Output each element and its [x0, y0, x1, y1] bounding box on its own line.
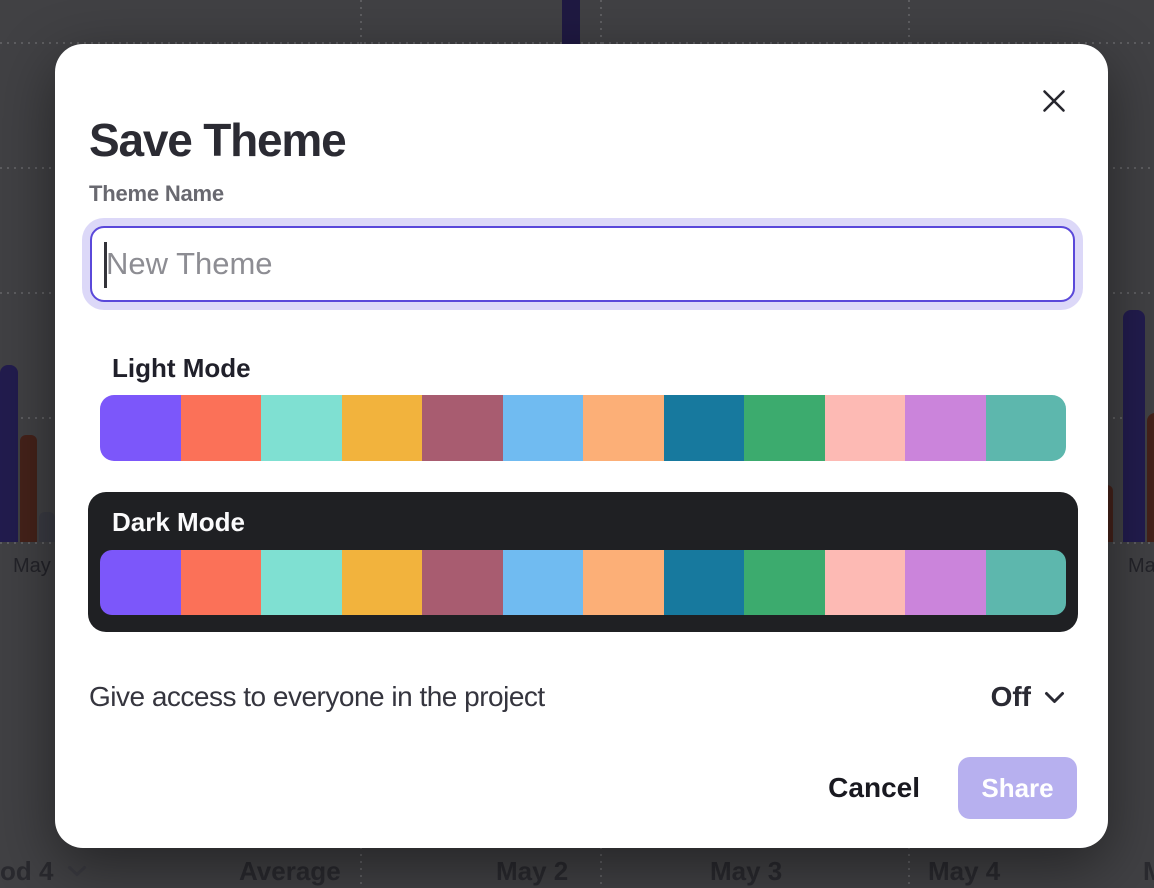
color-swatch: [986, 550, 1067, 615]
access-toggle-dropdown[interactable]: Off: [991, 681, 1065, 713]
close-icon: [1041, 88, 1067, 114]
axis-label: May 2: [496, 856, 568, 886]
axis-side-label: Ma: [1128, 555, 1154, 578]
dark-mode-palette: [100, 550, 1066, 615]
color-swatch: [905, 550, 986, 615]
color-swatch: [664, 395, 745, 461]
share-button[interactable]: Share: [958, 757, 1077, 819]
input-focus-ring: [82, 218, 1083, 310]
color-swatch: [100, 550, 181, 615]
dialog-title: Save Theme: [89, 115, 345, 165]
period-dropdown[interactable]: od 4: [0, 856, 87, 886]
color-swatch: [503, 550, 584, 615]
dialog-footer: Cancel Share: [828, 757, 1077, 819]
light-mode-palette: [100, 395, 1066, 461]
axis-label-text: May 4: [928, 856, 1000, 886]
color-swatch: [181, 395, 262, 461]
light-mode-label: Light Mode: [112, 353, 251, 383]
color-swatch: [825, 550, 906, 615]
color-swatch: [181, 550, 262, 615]
color-swatch: [825, 395, 906, 461]
axis-label-text: Average: [239, 856, 341, 886]
chevron-down-icon: [1044, 691, 1065, 704]
chart-bar: [1147, 413, 1154, 542]
theme-name-input[interactable]: [90, 226, 1075, 302]
axis-label: May 3: [710, 856, 782, 886]
color-swatch: [744, 395, 825, 461]
dark-mode-label: Dark Mode: [112, 507, 245, 537]
axis-label-text: May 3: [710, 856, 782, 886]
color-swatch: [664, 550, 745, 615]
color-swatch: [583, 395, 664, 461]
axis-label: M: [1143, 856, 1154, 886]
chart-bar: [562, 0, 580, 44]
chart-bar: [1123, 310, 1145, 542]
theme-name-label: Theme Name: [89, 181, 224, 207]
axis-label-text: May 2: [496, 856, 568, 886]
color-swatch: [503, 395, 584, 461]
access-row: Give access to everyone in the project O…: [89, 679, 1085, 715]
color-swatch: [100, 395, 181, 461]
access-value: Off: [991, 681, 1031, 713]
axis-label: May 4: [928, 856, 1000, 886]
chart-bar: [0, 365, 18, 542]
axis-side-label: May: [13, 555, 51, 578]
axis-label-text: od 4: [0, 856, 53, 886]
text-caret: [104, 242, 107, 288]
axis-label: Average: [239, 856, 341, 886]
color-swatch: [342, 550, 423, 615]
color-swatch: [744, 550, 825, 615]
color-swatch: [905, 395, 986, 461]
color-swatch: [342, 395, 423, 461]
color-swatch: [583, 550, 664, 615]
chevron-down-icon: [67, 865, 87, 877]
color-swatch: [422, 395, 503, 461]
close-button[interactable]: [1039, 86, 1069, 116]
save-theme-dialog: Save Theme Theme Name Light Mode Dark Mo…: [55, 44, 1108, 848]
chart-bar: [39, 512, 55, 542]
color-swatch: [261, 550, 342, 615]
cancel-button[interactable]: Cancel: [828, 772, 920, 804]
chart-bar: [20, 435, 37, 542]
dark-mode-card: Dark Mode: [88, 492, 1078, 632]
color-swatch: [986, 395, 1067, 461]
color-swatch: [261, 395, 342, 461]
color-swatch: [422, 550, 503, 615]
axis-label-text: M: [1143, 856, 1154, 886]
access-label: Give access to everyone in the project: [89, 679, 545, 715]
